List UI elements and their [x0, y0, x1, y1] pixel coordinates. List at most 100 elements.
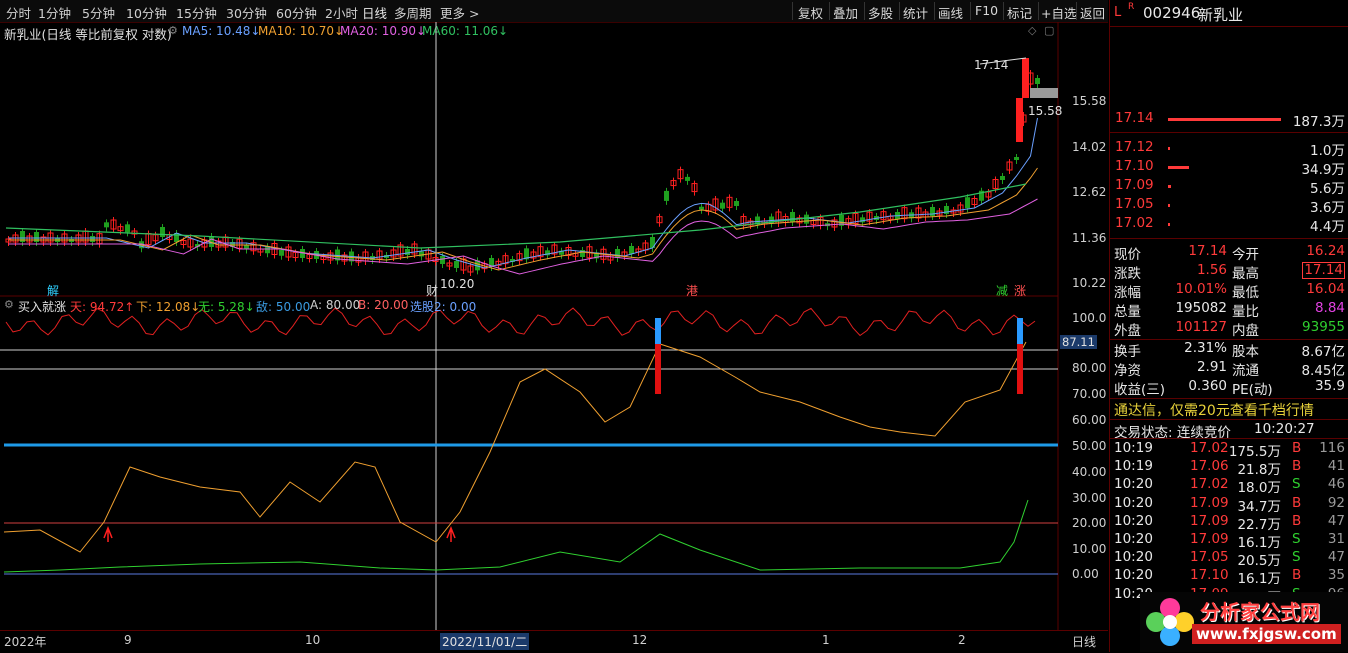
tick-price: 17.06: [1190, 458, 1229, 475]
indicator-axis-label: 20.00: [1072, 516, 1107, 530]
stat-label: 现价: [1114, 247, 1141, 263]
tick-side: S: [1292, 549, 1301, 566]
volume-bar: [1168, 147, 1170, 150]
tick-row: 10:20 17.02 18.0万 S 46: [1114, 476, 1345, 496]
fund-value: 8.67亿: [1301, 344, 1345, 360]
event-marker[interactable]: 港: [686, 282, 698, 299]
indicator-axis-label: 0.00: [1072, 567, 1099, 581]
add-favorite-button[interactable]: +自选: [1041, 3, 1076, 22]
candle-down: [1035, 78, 1040, 84]
event-marker[interactable]: 解: [47, 282, 59, 299]
event-marker[interactable]: 减: [996, 282, 1008, 299]
back-button[interactable]: 返回: [1080, 3, 1105, 22]
buy-volume: 3.6万: [1310, 200, 1345, 216]
candle-down: [860, 217, 865, 223]
period-tab-15min[interactable]: 15分钟: [176, 3, 217, 22]
signal-bar-red: [655, 344, 661, 394]
stat-row: 涨幅 10.01% 最低 16.04: [1114, 281, 1345, 301]
period-tab-fenshi[interactable]: 分时: [6, 3, 31, 22]
period-tab-multi[interactable]: 多周期: [394, 3, 432, 22]
period-tab-60min[interactable]: 60分钟: [276, 3, 317, 22]
volume-bar: [1168, 204, 1170, 207]
draw-line-button[interactable]: 画线: [938, 3, 963, 22]
period-tab-2hour[interactable]: 2小时: [325, 3, 358, 22]
watermark-logo: 分析家公式网 www.fxjgsw.com: [1140, 592, 1348, 652]
period-tab-1min[interactable]: 1分钟: [38, 3, 71, 22]
period-tab-10min[interactable]: 10分钟: [126, 3, 167, 22]
promo-link[interactable]: 通达信，仅需20元查看千档行情: [1114, 400, 1314, 420]
sell1-price: 17.14: [1115, 110, 1154, 126]
candle-down: [90, 236, 95, 242]
period-tab-30min[interactable]: 30分钟: [226, 3, 267, 22]
candle-down: [454, 261, 459, 268]
period-tab-5min[interactable]: 5分钟: [82, 3, 115, 22]
tick-price: 17.02: [1190, 476, 1229, 493]
tick-time: 10:20: [1114, 549, 1153, 566]
fund-value: 35.9: [1314, 378, 1345, 394]
mark-button[interactable]: 标记: [1007, 3, 1032, 22]
stat-value: 93955: [1302, 319, 1345, 335]
volume-bar: [1168, 223, 1170, 226]
indicator-param: 敌: 50.00: [256, 300, 311, 314]
signal-bar-blue: [1017, 318, 1023, 344]
candle-down: [664, 190, 669, 201]
candle-down: [104, 222, 109, 228]
tick-side: S: [1292, 531, 1301, 547]
price-axis-label: 15.58: [1072, 94, 1107, 108]
buy-row: 17.10 34.9万: [1114, 158, 1345, 178]
tick-side: B: [1292, 440, 1302, 456]
indicator-param: A: 80.00: [310, 298, 361, 312]
fund-label: PE(动): [1232, 382, 1273, 398]
candle-down: [1014, 157, 1019, 160]
toolbar-divider: [899, 2, 900, 20]
stat-value: 17.14: [1188, 243, 1227, 259]
toolbar-divider: [970, 2, 971, 20]
candle-down: [720, 202, 725, 209]
indicator-name[interactable]: 买入就涨: [18, 298, 66, 315]
fund-value: 2.91: [1196, 359, 1227, 375]
fund-label: 流通: [1232, 363, 1259, 379]
tick-side: B: [1292, 567, 1302, 584]
buy-arrow-icon: [446, 525, 456, 542]
fund-row: 净资 2.91 流通 8.45亿: [1114, 359, 1345, 379]
toolbar-divider: [864, 2, 865, 20]
overlay-button[interactable]: 叠加: [833, 3, 858, 22]
event-marker[interactable]: 涨: [1014, 282, 1026, 299]
buy-arrow-icon: [103, 525, 113, 542]
period-tab-daily[interactable]: 日线: [362, 3, 387, 22]
toolbar-divider: [1076, 2, 1077, 20]
stat-row: 涨跌 1.56 最高 17.14: [1114, 262, 1345, 282]
tick-price: 17.09: [1190, 494, 1229, 511]
stats-button[interactable]: 统计: [903, 3, 928, 22]
stat-value: 10.01%: [1175, 281, 1227, 297]
multi-stock-button[interactable]: 多股: [868, 3, 893, 22]
divider: [1110, 438, 1348, 439]
time-axis-label: 12: [632, 633, 648, 647]
watermark-title: 分析家公式网: [1200, 600, 1320, 624]
fund-row: 换手 2.31% 股本 8.67亿: [1114, 340, 1345, 360]
buy-row: 17.12 1.0万: [1114, 139, 1345, 159]
time-axis-label: 2022年: [4, 635, 47, 649]
buy-volume: 1.0万: [1310, 143, 1345, 159]
price-axis-label: 10.22: [1072, 276, 1107, 290]
period-tab-more[interactable]: 更多 >: [440, 3, 479, 22]
tick-volume: 16.1万: [1237, 535, 1281, 551]
sell1-row: 17.14 187.3万: [1114, 110, 1345, 130]
tick-row: 10:20 17.09 16.1万 S 31: [1114, 531, 1345, 551]
trade-status-time: 10:20:27: [1254, 421, 1315, 437]
tick-count: 35: [1327, 567, 1345, 584]
fund-value: 2.31%: [1184, 340, 1227, 356]
buy-row: 17.09 5.6万: [1114, 177, 1345, 197]
fund-label: 股本: [1232, 344, 1259, 360]
ma60-line: [5, 183, 1027, 249]
gear-icon[interactable]: ⚙: [4, 298, 14, 311]
event-marker[interactable]: 财: [426, 282, 438, 299]
fund-label: 收益(三): [1114, 382, 1166, 398]
flag-r: R: [1128, 2, 1135, 12]
tick-volume: 20.5万: [1237, 553, 1281, 570]
fuquan-button[interactable]: 复权: [798, 3, 823, 22]
chart-canvas: [0, 22, 1059, 630]
stat-label: 涨跌: [1114, 266, 1141, 282]
tick-row: 10:20 17.10 16.1万 B 35: [1114, 567, 1345, 587]
f10-button[interactable]: F10: [975, 3, 998, 18]
